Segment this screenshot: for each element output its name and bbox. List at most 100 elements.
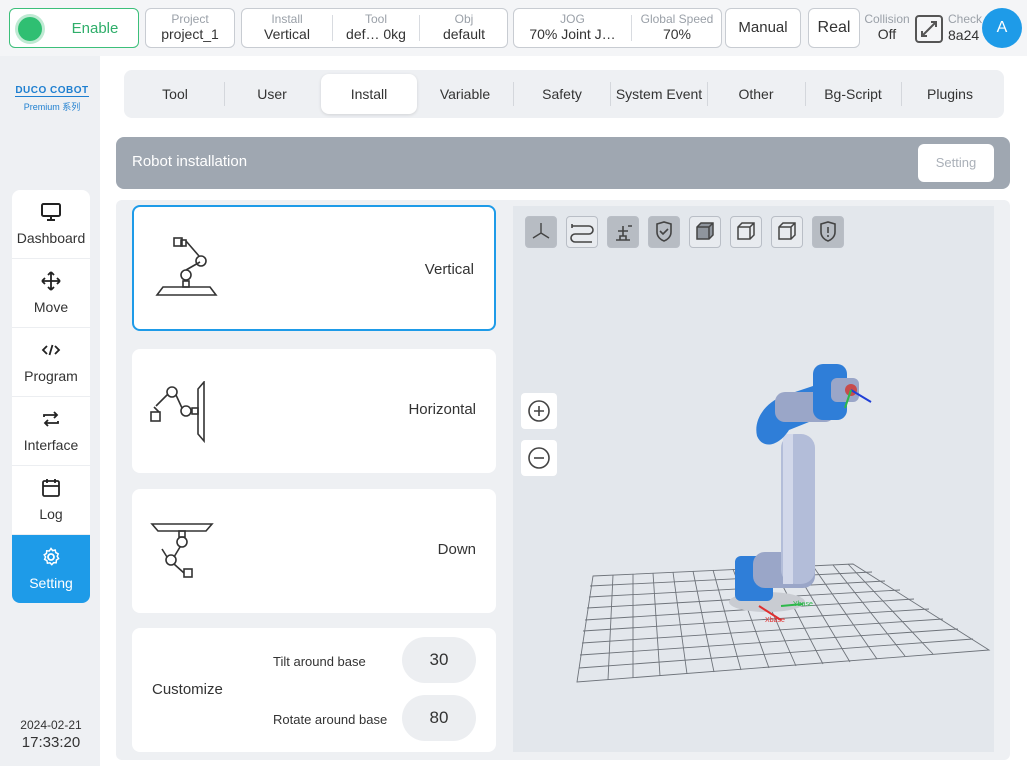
install-option-down[interactable]: Down [132,489,496,613]
system-clock: 2024-02-21 17:33:20 [8,718,94,751]
floor-grid [576,563,991,683]
section-title: Robot installation [132,153,248,170]
collision-status[interactable]: Collision Off [862,12,912,42]
customize-card: Customize Tilt around base 30 Rotate aro… [132,628,496,752]
global-speed-value: 70% [662,26,692,42]
jog-selector[interactable]: JOG 70% Joint J… [514,9,631,47]
tab-install[interactable]: Install [321,74,417,114]
check-status[interactable]: Check 8a24 [914,10,984,46]
zoom-in-button[interactable] [521,393,557,429]
path-icon [570,224,594,243]
robot-down-icon [150,521,216,587]
global-speed-label: Global Speed [640,12,714,26]
install-option-label: Horizontal [408,401,476,418]
sidebar-item-label: Interface [23,437,79,453]
sidebar-item-move[interactable]: Move [12,259,90,328]
tab-system-event[interactable]: System Event [611,74,707,114]
setting-button[interactable]: Setting [918,144,994,182]
tab-other[interactable]: Other [708,74,804,114]
check-label: Check [948,12,983,26]
install-selector[interactable]: Install Vertical [242,9,332,47]
jog-value: 70% Joint J… [529,26,616,42]
view-side-button[interactable] [730,216,762,248]
check-value: 8a24 [948,27,980,43]
brand-series: Premium 系列 [23,102,81,112]
sidebar-item-label: Setting [29,575,73,591]
manual-mode-button[interactable]: Manual [725,8,801,48]
calendar-icon [41,478,61,498]
main-content: Tool User Install Variable Safety System… [100,56,1027,766]
sidebar-item-setting[interactable]: Setting [12,535,90,603]
shield-check-icon [656,221,672,242]
sidebar-item-label: Log [39,506,63,522]
zoom-out-button[interactable] [521,440,557,476]
tab-user[interactable]: User [224,74,320,114]
tool-value: def… 0kg [346,26,406,42]
customize-title: Customize [152,681,223,698]
shield-alert-icon [820,221,836,242]
install-option-horizontal[interactable]: Horizontal [132,349,496,473]
collision-value: Off [877,26,897,42]
view-top-button[interactable] [771,216,803,248]
enable-button[interactable]: Enable [9,8,139,48]
sidebar-item-label: Program [24,368,78,384]
tab-plugins[interactable]: Plugins [902,74,998,114]
tilt-input[interactable]: 30 [402,637,476,683]
view-front-button[interactable] [689,216,721,248]
sidebar-item-program[interactable]: Program [12,328,90,397]
install-option-label: Down [437,541,476,558]
jog-speed-group: JOG 70% Joint J… Global Speed 70% [513,8,722,48]
sidebar-item-interface[interactable]: Interface [12,397,90,466]
tilt-label: Tilt around base [273,654,366,669]
rotate-input[interactable]: 80 [402,695,476,741]
install-value: Vertical [264,26,310,42]
sidebar-item-dashboard[interactable]: Dashboard [12,190,90,259]
view-safety-button[interactable] [648,216,680,248]
tab-variable[interactable]: Variable [417,74,513,114]
robot-vertical-icon [154,237,220,303]
cube-front-icon [696,222,714,240]
jog-label: JOG [560,12,585,26]
user-avatar[interactable]: A [982,8,1022,48]
view-axes-button[interactable] [525,216,557,248]
swap-arrows-icon [41,409,61,429]
project-selector[interactable]: Project project_1 [145,8,235,48]
sidebar-item-label: Move [33,299,69,315]
view-warning-button[interactable] [812,216,844,248]
install-label: Install [271,12,303,26]
sidebar-item-log[interactable]: Log [12,466,90,535]
sidebar-item-label: Dashboard [16,230,86,246]
settings-tabs: Tool User Install Variable Safety System… [124,70,1004,118]
obj-label: Obj [454,12,474,26]
install-option-label: Vertical [424,261,474,278]
tab-tool[interactable]: Tool [127,74,223,114]
robot-3d-viewer[interactable]: Xbase Ybase [513,206,994,752]
view-robot-button[interactable] [607,216,639,248]
system-time: 17:33:20 [21,734,81,751]
expand-icon [914,14,944,49]
code-icon [41,340,61,360]
cube-side-icon [737,222,755,240]
tab-bg-script[interactable]: Bg-Script [805,74,901,114]
zoom-out-icon [528,447,550,469]
tool-selector[interactable]: Tool def… 0kg [333,9,419,47]
project-label: Project [171,12,209,26]
install-panel: Vertical Horizontal Down Customize Tilt … [116,200,1010,760]
global-speed-selector[interactable]: Global Speed 70% [632,9,722,47]
view-path-button[interactable] [566,216,598,248]
enable-label: Enable [71,20,119,37]
project-value: project_1 [161,26,219,42]
section-header: Robot installation Setting [116,137,1010,189]
obj-value: default [442,26,486,42]
install-option-vertical[interactable]: Vertical [132,205,496,331]
brand-logo: DUCO COBOT Premium 系列 [14,80,90,113]
tab-safety[interactable]: Safety [514,74,610,114]
robot-scene: Xbase Ybase [576,364,991,683]
system-date: 2024-02-21 [20,718,82,732]
obj-selector[interactable]: Obj default [420,9,508,47]
top-bar: Enable Project project_1 Install Vertica… [0,0,1027,56]
cube-top-icon [778,222,796,240]
gear-icon [41,547,61,567]
enable-status-dot [18,17,42,41]
real-mode-button[interactable]: Real [808,8,860,48]
